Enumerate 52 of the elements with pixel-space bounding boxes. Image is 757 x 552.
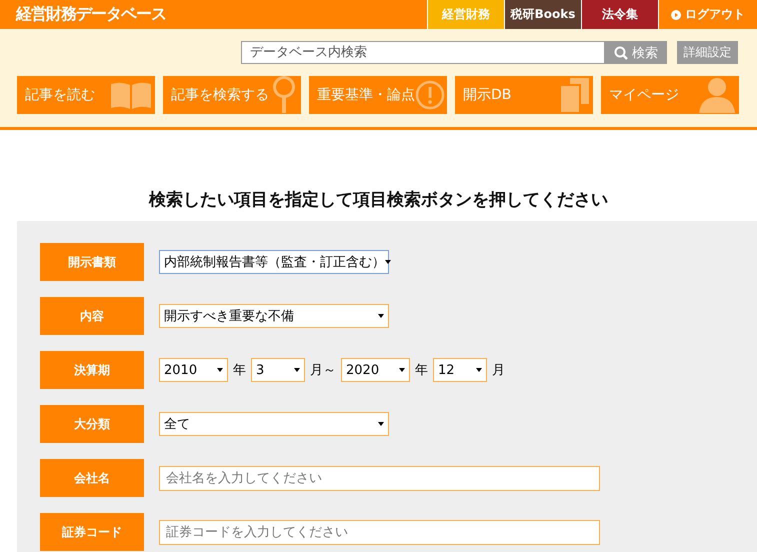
input-field[interactable]: 会社名を入力してください [159, 466, 600, 490]
page-heading: 検索したい項目を指定して項目検索ボタンを押してください [148, 189, 609, 212]
search-field[interactable]: データベース内検索 [241, 41, 605, 64]
field-label: 大分類 [40, 405, 144, 443]
nav-label: マイページ [609, 86, 679, 104]
field-label: 会社名 [40, 459, 144, 497]
dropdown[interactable]: 2010 [159, 358, 228, 382]
play-circle-icon [671, 10, 681, 20]
field-label: 内容 [40, 297, 144, 335]
caret-icon [399, 368, 405, 372]
nav-button[interactable]: 記事を検索する [163, 76, 301, 114]
caret-icon [476, 368, 482, 372]
dropdown[interactable]: 3 [251, 358, 305, 382]
dropdown[interactable]: 12 [433, 358, 487, 382]
person-icon [699, 77, 735, 113]
nav-label: 重要基準・論点 [317, 86, 415, 104]
unit-label: 月～ [310, 362, 336, 379]
caret-icon [378, 314, 384, 318]
nav-button[interactable]: 重要基準・論点 [309, 76, 447, 114]
field-label: 開示書類 [40, 243, 144, 281]
caret-icon [378, 422, 384, 426]
search-button[interactable]: 検索 [605, 41, 667, 64]
unit-label: 年 [415, 362, 428, 379]
header-tab[interactable]: 経営財務 [427, 0, 504, 29]
input-field[interactable]: 証券コードを入力してください [159, 520, 600, 544]
header-tab[interactable]: 税研Books [504, 0, 581, 29]
caret-icon [294, 368, 300, 372]
dropdown[interactable]: 内部統制報告書等（監査・訂正含む） [159, 250, 389, 274]
dropdown[interactable]: 全て [159, 412, 389, 436]
dropdown[interactable]: 2020 [341, 358, 410, 382]
search-icon [614, 46, 628, 60]
nav-label: 記事を読む [25, 86, 95, 104]
advanced-search-button[interactable]: 詳細設定 [677, 41, 738, 64]
dropdown[interactable]: 開示すべき重要な不備 [159, 304, 389, 328]
nav-label: 記事を検索する [171, 86, 269, 104]
caret-icon [217, 368, 223, 372]
header-tab[interactable]: 法令集 [581, 0, 658, 29]
caret-icon [385, 260, 391, 264]
nav-button[interactable]: マイページ [601, 76, 739, 114]
unit-label: 月 [492, 362, 505, 379]
site-logo[interactable]: 経営財務データベース [0, 0, 166, 29]
unit-label: 年 [233, 362, 246, 379]
field-label: 証券コード [40, 513, 144, 551]
nav-button[interactable]: 記事を読む [17, 76, 155, 114]
nav-label: 開示DB [463, 86, 512, 104]
nav-button[interactable]: 開示DB [455, 76, 593, 114]
field-label: 決算期 [40, 351, 144, 389]
documents-icon [561, 78, 589, 112]
book-icon [111, 81, 151, 109]
logout-label: ログアウト [685, 6, 745, 23]
magnifier-icon [271, 76, 297, 114]
exclamation-circle-icon [415, 80, 445, 110]
